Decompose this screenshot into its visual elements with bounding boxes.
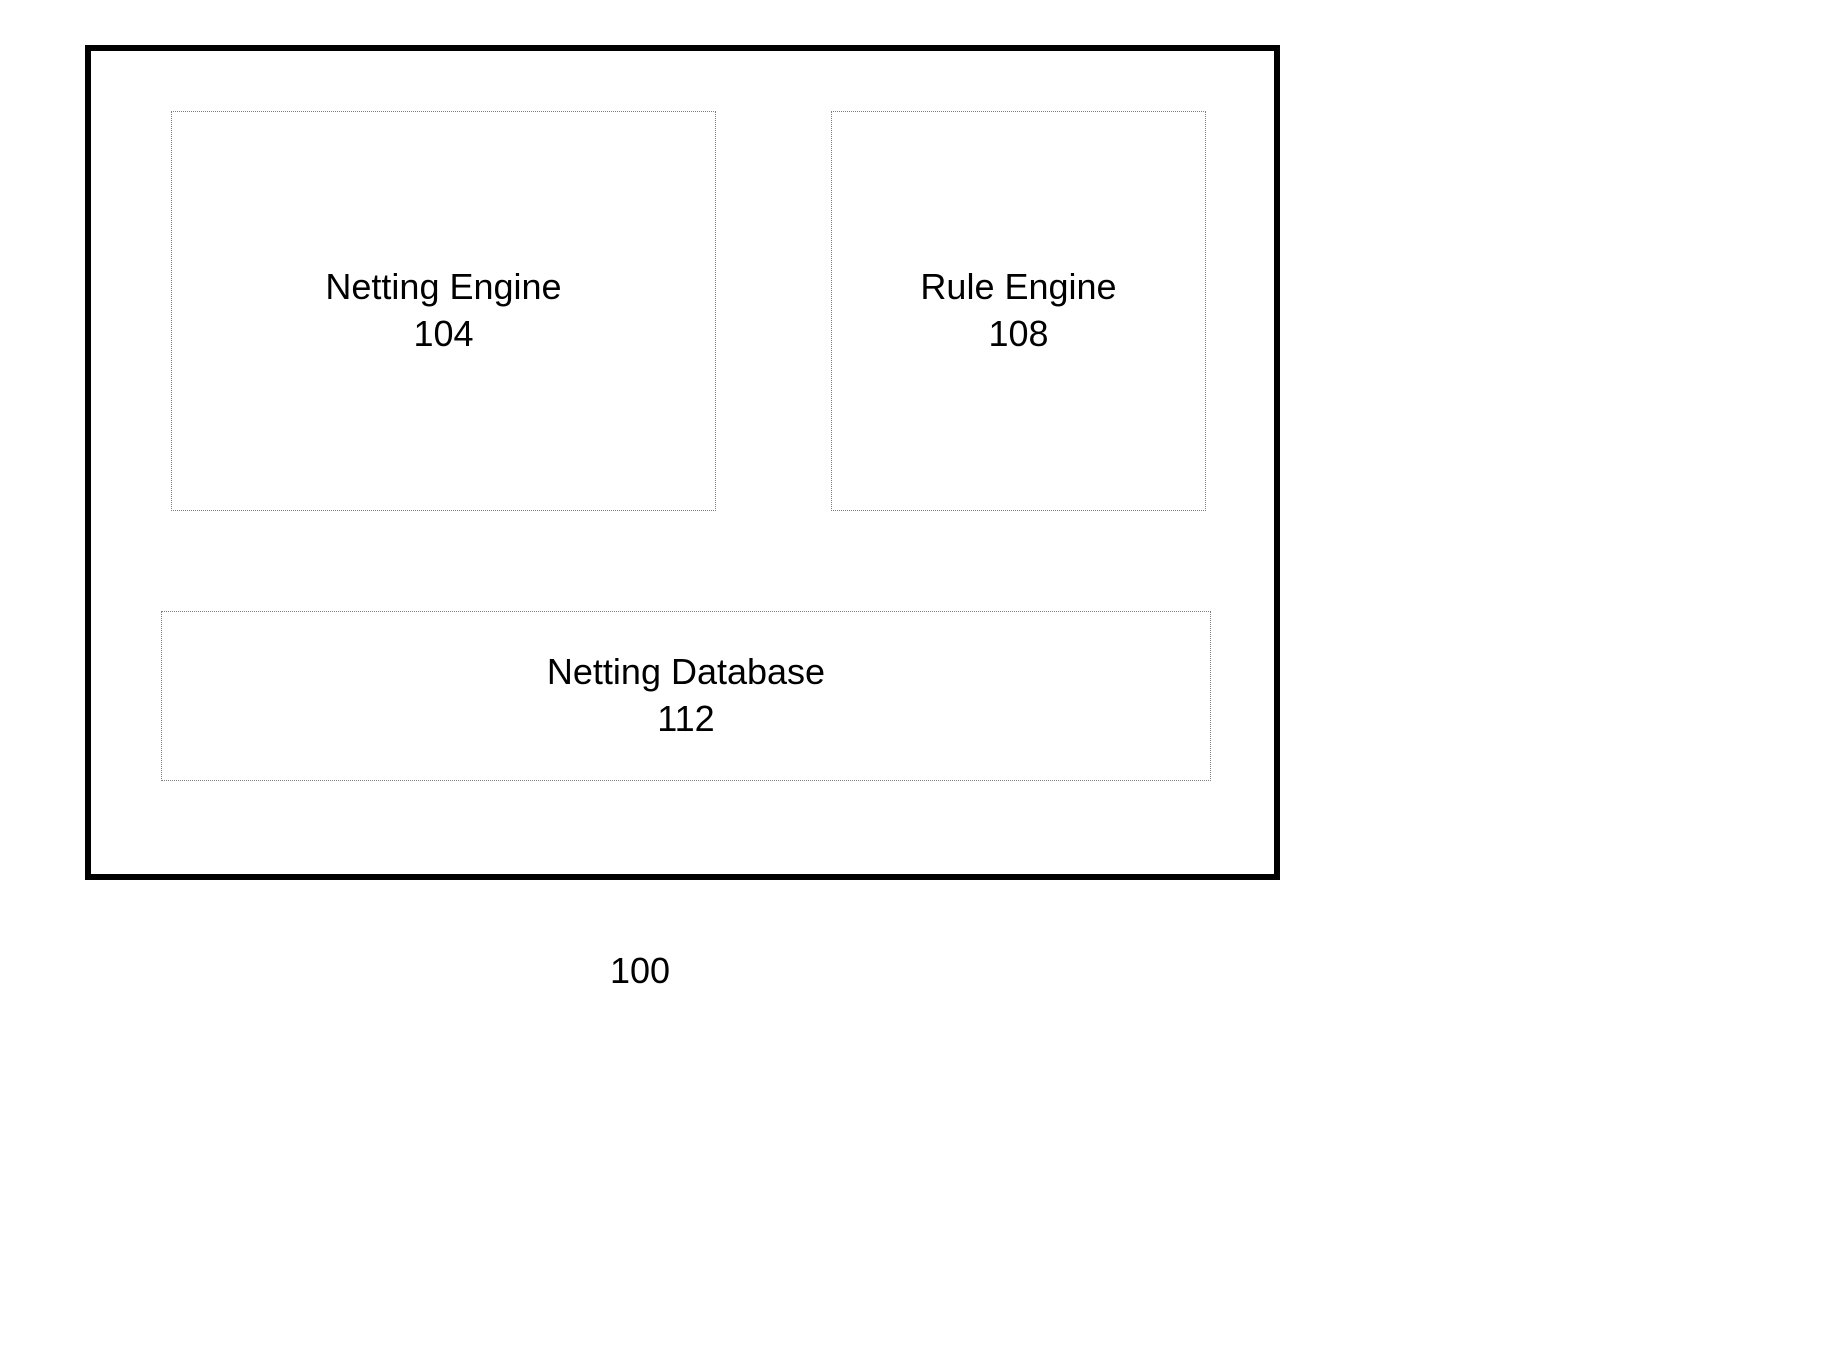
rule-engine-box: Rule Engine 108	[831, 111, 1206, 511]
netting-database-title: Netting Database	[547, 649, 825, 696]
netting-database-box: Netting Database 112	[161, 611, 1211, 781]
netting-engine-number: 104	[413, 311, 473, 358]
netting-engine-title: Netting Engine	[325, 264, 561, 311]
rule-engine-number: 108	[988, 311, 1048, 358]
netting-engine-box: Netting Engine 104	[171, 111, 716, 511]
netting-database-number: 112	[657, 696, 714, 743]
figure-number: 100	[610, 950, 670, 992]
diagram-outer-box: Netting Engine 104 Rule Engine 108 Netti…	[85, 45, 1280, 880]
rule-engine-title: Rule Engine	[920, 264, 1116, 311]
